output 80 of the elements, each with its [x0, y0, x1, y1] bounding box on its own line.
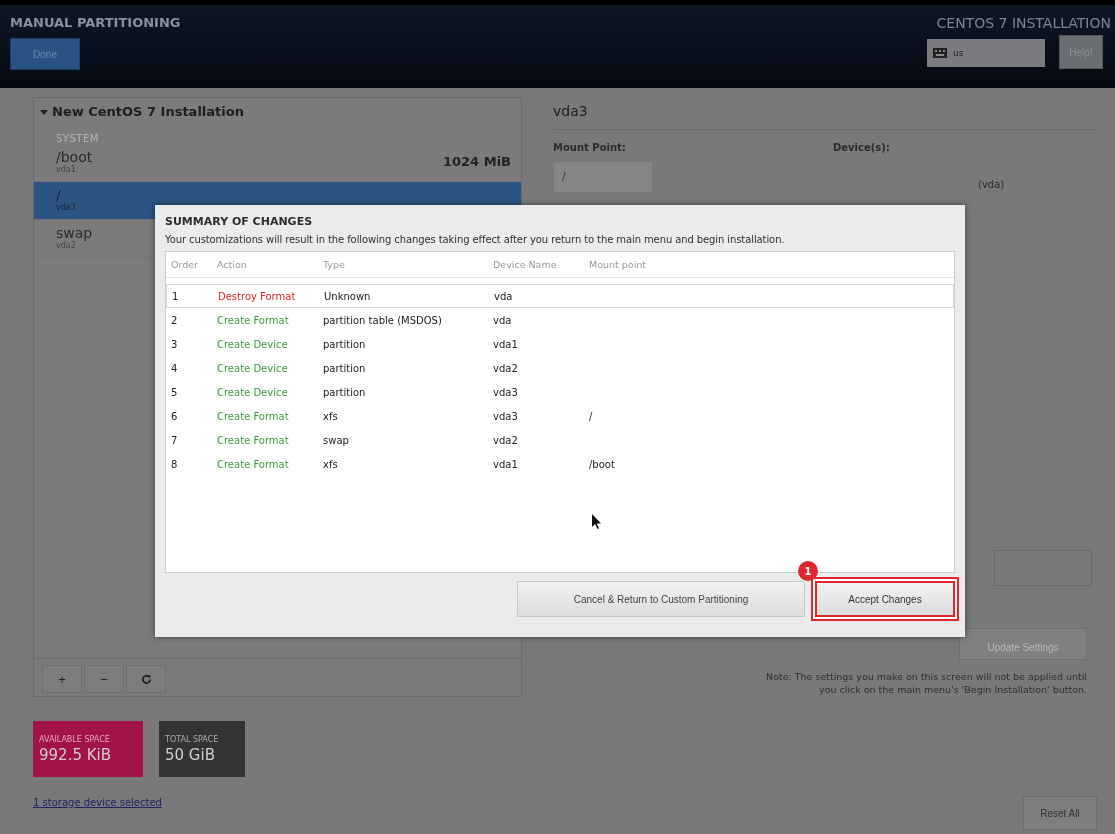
table-cell-text: 5 — [171, 386, 179, 398]
table-cell-text: Unknown — [324, 290, 372, 302]
table-row[interactable]: 8 Create Format xfs vda1 /boot — [166, 452, 954, 476]
dialog-message: Your customizations will result in the following changes taking effect after you return to the main menu and begin installation. — [165, 234, 786, 245]
table-cell-text: 8 — [171, 458, 179, 470]
table-row[interactable]: 5 Create Device partition vda3 — [166, 380, 954, 404]
table-cell-text: vda2 — [493, 434, 519, 446]
keyboard-icon — [933, 48, 947, 58]
table-cell-text: 6 — [171, 410, 179, 422]
column-header[interactable]: Device Name — [493, 259, 589, 270]
table-cell-text: Create Device — [217, 386, 289, 398]
badge-value: 992.5 KiB — [39, 745, 112, 764]
add-button[interactable]: + — [42, 665, 82, 693]
mount-point-name: /boot — [56, 149, 93, 165]
field-label: Mount Point: — [553, 142, 627, 153]
table-cell-text: vda1 — [493, 338, 519, 350]
table-row[interactable]: 4 Create Device partition vda2 — [166, 356, 954, 380]
remove-button[interactable]: − — [84, 665, 124, 693]
refresh-button[interactable] — [126, 665, 166, 693]
note-text: Note: The settings you make on this screen will not be applied until you click on the main menu's 'Begin Installation' button. — [765, 670, 1087, 696]
keyboard-layout-field[interactable]: us — [927, 39, 1045, 67]
table-cell-text: Create Device — [217, 338, 289, 350]
table-row[interactable]: 6 Create Format xfs vda3 / — [166, 404, 954, 428]
table-row[interactable]: 7 Create Format swap vda2 — [166, 428, 954, 452]
table-row[interactable]: 2 Create Format partition table (MSDOS) vda — [166, 308, 954, 332]
table-row[interactable]: 3 Create Device partition vda1 — [166, 332, 954, 356]
partition-title: vda3 — [553, 102, 589, 119]
table-cell-text: vda3 — [493, 410, 519, 422]
device-name: vda3 — [56, 203, 76, 212]
table-cell-text: partition — [323, 362, 367, 374]
table-cell-text: xfs — [323, 410, 339, 422]
section-label: SYSTEM — [55, 132, 100, 144]
table-cell-text: Create Format — [217, 434, 290, 446]
table-cell-text: 4 — [171, 362, 179, 374]
column-header[interactable]: Action — [217, 259, 323, 270]
table-cell-text: partition table (MSDOS) — [323, 314, 443, 326]
table-cell-text: Destroy Format — [218, 290, 297, 302]
table-cell-text: vda3 — [493, 386, 519, 398]
refresh-icon — [140, 673, 152, 685]
table-cell-text: partition — [323, 338, 367, 350]
table-cell-text: 7 — [171, 434, 179, 446]
badge-value: 50 GiB — [165, 745, 216, 764]
table-cell-text: vda2 — [493, 362, 519, 374]
table-cell-text: / — [589, 410, 594, 422]
table-cell-text: Create Format — [217, 314, 290, 326]
mount-size: 1024 MiB — [443, 154, 511, 169]
mount-point-name: / — [56, 187, 62, 203]
table-row[interactable]: 1 Destroy Format Unknown vda — [166, 284, 954, 308]
storage-device-link[interactable]: 1 storage device selected — [33, 797, 522, 808]
reset-all-button[interactable]: Reset All — [1023, 796, 1097, 830]
table-cell-text: Create Format — [217, 458, 290, 470]
badge-label: AVAILABLE SPACE — [39, 734, 111, 744]
table-cell-text: 2 — [171, 314, 179, 326]
keyboard-layout-text: us — [953, 48, 964, 58]
table-cell-text: Create Device — [217, 362, 289, 374]
table-cell-text: /boot — [589, 458, 616, 470]
expander-icon[interactable] — [40, 107, 48, 116]
table-cell-text: 1 — [172, 290, 180, 302]
table-cell-text: xfs — [323, 458, 339, 470]
device-text: (vda) — [978, 179, 1005, 190]
done-button[interactable]: Done — [10, 38, 80, 70]
table-cell-text: vda1 — [493, 458, 519, 470]
table-cell-text: vda — [494, 290, 514, 302]
table-cell-text: Create Format — [217, 410, 290, 422]
cancel-button[interactable]: Cancel & Return to Custom Partitioning — [517, 581, 805, 617]
installation-heading: New CentOS 7 Installation — [52, 104, 244, 119]
screen-title: MANUAL PARTITIONING — [10, 15, 181, 30]
mouse-pointer-icon — [592, 514, 602, 530]
table-cell-text: partition — [323, 386, 367, 398]
field-label: Device(s): — [833, 142, 891, 153]
table-cell-text: swap — [323, 434, 350, 446]
mount-point-name: swap — [56, 225, 93, 241]
product-title: CENTOS 7 INSTALLATION — [936, 15, 1112, 31]
badge-label: TOTAL SPACE — [165, 734, 220, 744]
mount-point-field[interactable]: / — [553, 161, 653, 193]
table-cell-text: 3 — [171, 338, 179, 350]
column-header[interactable]: Type — [323, 259, 493, 270]
table-cell-text: vda — [493, 314, 513, 326]
column-header[interactable]: Mount point — [589, 259, 954, 270]
column-header[interactable]: Order — [171, 259, 217, 270]
